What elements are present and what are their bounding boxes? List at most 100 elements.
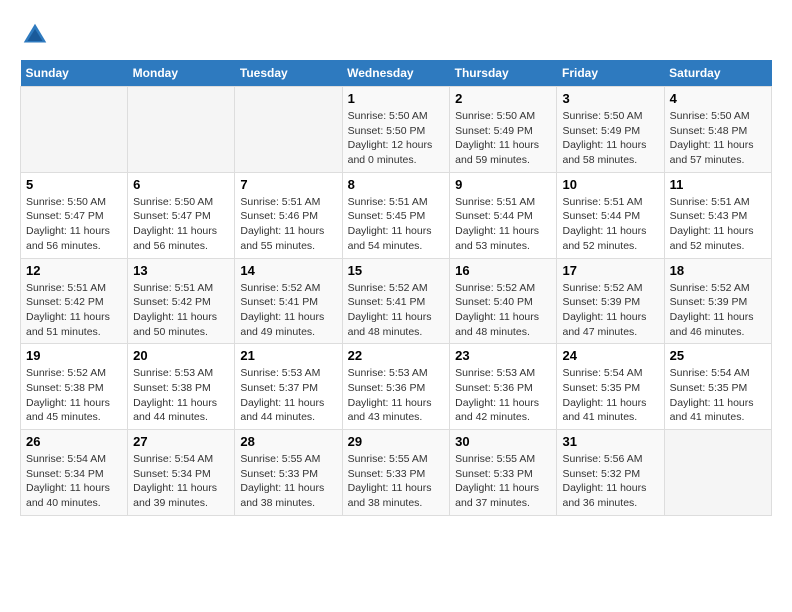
day-number: 20 (133, 348, 229, 363)
day-info: Sunrise: 5:51 AMSunset: 5:42 PMDaylight:… (26, 281, 122, 340)
day-info: Sunrise: 5:53 AMSunset: 5:38 PMDaylight:… (133, 366, 229, 425)
day-info: Sunrise: 5:50 AMSunset: 5:48 PMDaylight:… (670, 109, 766, 168)
calendar-cell: 28Sunrise: 5:55 AMSunset: 5:33 PMDayligh… (235, 430, 342, 516)
day-number: 8 (348, 177, 445, 192)
page-header (20, 20, 772, 50)
day-info: Sunrise: 5:53 AMSunset: 5:36 PMDaylight:… (348, 366, 445, 425)
day-number: 11 (670, 177, 766, 192)
day-info: Sunrise: 5:51 AMSunset: 5:46 PMDaylight:… (240, 195, 336, 254)
day-number: 16 (455, 263, 551, 278)
calendar-cell: 10Sunrise: 5:51 AMSunset: 5:44 PMDayligh… (557, 172, 664, 258)
calendar-cell: 4 Sunrise: 5:50 AMSunset: 5:48 PMDaylight… (664, 87, 771, 173)
day-info: Sunrise: 5:52 AMSunset: 5:38 PMDaylight:… (26, 366, 122, 425)
calendar-cell: 15 Sunrise: 5:52 AMSunset: 5:41 PMDayligh… (342, 258, 450, 344)
day-number: 26 (26, 434, 122, 449)
calendar-cell: 11 Sunrise: 5:51 AMSunset: 5:43 PMDayligh… (664, 172, 771, 258)
calendar-cell: 19 Sunrise: 5:52 AMSunset: 5:38 PMDayligh… (21, 344, 128, 430)
day-header-sunday: Sunday (21, 60, 128, 87)
calendar-cell: 3Sunrise: 5:50 AMSunset: 5:49 PMDaylight… (557, 87, 664, 173)
day-number: 2 (455, 91, 551, 106)
calendar-cell (664, 430, 771, 516)
calendar-cell: 29Sunrise: 5:55 AMSunset: 5:33 PMDayligh… (342, 430, 450, 516)
calendar-cell: 24 Sunrise: 5:54 AMSunset: 5:35 PMDayligh… (557, 344, 664, 430)
day-info: Sunrise: 5:50 AMSunset: 5:47 PMDaylight:… (133, 195, 229, 254)
calendar-cell: 14 Sunrise: 5:52 AMSunset: 5:41 PMDayligh… (235, 258, 342, 344)
day-info: Sunrise: 5:54 AMSunset: 5:35 PMDaylight:… (670, 366, 766, 425)
day-info: Sunrise: 5:53 AMSunset: 5:37 PMDaylight:… (240, 366, 336, 425)
day-number: 18 (670, 263, 766, 278)
calendar-week-row: 26 Sunrise: 5:54 AMSunset: 5:34 PMDayligh… (21, 430, 772, 516)
calendar-cell: 27Sunrise: 5:54 AMSunset: 5:34 PMDayligh… (128, 430, 235, 516)
day-header-saturday: Saturday (664, 60, 771, 87)
day-info: Sunrise: 5:51 AMSunset: 5:42 PMDaylight:… (133, 281, 229, 340)
calendar-cell: 31 Sunrise: 5:56 AMSunset: 5:32 PMDayligh… (557, 430, 664, 516)
day-header-friday: Friday (557, 60, 664, 87)
day-info: Sunrise: 5:52 AMSunset: 5:40 PMDaylight:… (455, 281, 551, 340)
calendar-cell: 21 Sunrise: 5:53 AMSunset: 5:37 PMDayligh… (235, 344, 342, 430)
calendar-cell: 22 Sunrise: 5:53 AMSunset: 5:36 PMDayligh… (342, 344, 450, 430)
day-info: Sunrise: 5:52 AMSunset: 5:41 PMDaylight:… (348, 281, 445, 340)
day-number: 13 (133, 263, 229, 278)
calendar-cell: 17Sunrise: 5:52 AMSunset: 5:39 PMDayligh… (557, 258, 664, 344)
day-number: 19 (26, 348, 122, 363)
day-number: 14 (240, 263, 336, 278)
day-number: 15 (348, 263, 445, 278)
calendar-cell: 6 Sunrise: 5:50 AMSunset: 5:47 PMDaylight… (128, 172, 235, 258)
calendar-week-row: 5Sunrise: 5:50 AMSunset: 5:47 PMDaylight… (21, 172, 772, 258)
day-number: 1 (348, 91, 445, 106)
calendar-week-row: 19 Sunrise: 5:52 AMSunset: 5:38 PMDayligh… (21, 344, 772, 430)
calendar-cell: 16 Sunrise: 5:52 AMSunset: 5:40 PMDayligh… (450, 258, 557, 344)
calendar-cell: 13 Sunrise: 5:51 AMSunset: 5:42 PMDayligh… (128, 258, 235, 344)
day-info: Sunrise: 5:50 AMSunset: 5:49 PMDaylight:… (562, 109, 658, 168)
day-header-tuesday: Tuesday (235, 60, 342, 87)
day-info: Sunrise: 5:52 AMSunset: 5:39 PMDaylight:… (670, 281, 766, 340)
day-info: Sunrise: 5:51 AMSunset: 5:45 PMDaylight:… (348, 195, 445, 254)
calendar-cell: 18 Sunrise: 5:52 AMSunset: 5:39 PMDayligh… (664, 258, 771, 344)
calendar-header-row: SundayMondayTuesdayWednesdayThursdayFrid… (21, 60, 772, 87)
calendar-cell: 5Sunrise: 5:50 AMSunset: 5:47 PMDaylight… (21, 172, 128, 258)
calendar-cell: 23Sunrise: 5:53 AMSunset: 5:36 PMDayligh… (450, 344, 557, 430)
day-number: 25 (670, 348, 766, 363)
day-info: Sunrise: 5:54 AMSunset: 5:34 PMDaylight:… (133, 452, 229, 511)
day-info: Sunrise: 5:50 AMSunset: 5:47 PMDaylight:… (26, 195, 122, 254)
day-number: 21 (240, 348, 336, 363)
calendar-cell: 1Sunrise: 5:50 AMSunset: 5:50 PMDaylight… (342, 87, 450, 173)
day-number: 23 (455, 348, 551, 363)
calendar-cell: 20 Sunrise: 5:53 AMSunset: 5:38 PMDayligh… (128, 344, 235, 430)
calendar-cell: 8 Sunrise: 5:51 AMSunset: 5:45 PMDaylight… (342, 172, 450, 258)
calendar-week-row: 1Sunrise: 5:50 AMSunset: 5:50 PMDaylight… (21, 87, 772, 173)
day-number: 6 (133, 177, 229, 192)
calendar-cell (128, 87, 235, 173)
day-info: Sunrise: 5:50 AMSunset: 5:49 PMDaylight:… (455, 109, 551, 168)
day-header-thursday: Thursday (450, 60, 557, 87)
day-number: 10 (562, 177, 658, 192)
day-number: 30 (455, 434, 551, 449)
logo-icon (20, 20, 50, 50)
day-header-wednesday: Wednesday (342, 60, 450, 87)
calendar-cell: 2 Sunrise: 5:50 AMSunset: 5:49 PMDaylight… (450, 87, 557, 173)
day-number: 4 (670, 91, 766, 106)
calendar-cell: 9 Sunrise: 5:51 AMSunset: 5:44 PMDaylight… (450, 172, 557, 258)
calendar-cell: 25 Sunrise: 5:54 AMSunset: 5:35 PMDayligh… (664, 344, 771, 430)
day-info: Sunrise: 5:51 AMSunset: 5:44 PMDaylight:… (455, 195, 551, 254)
day-info: Sunrise: 5:55 AMSunset: 5:33 PMDaylight:… (240, 452, 336, 511)
calendar-cell: 7 Sunrise: 5:51 AMSunset: 5:46 PMDaylight… (235, 172, 342, 258)
calendar-cell (21, 87, 128, 173)
calendar-cell (235, 87, 342, 173)
day-info: Sunrise: 5:54 AMSunset: 5:34 PMDaylight:… (26, 452, 122, 511)
day-info: Sunrise: 5:51 AMSunset: 5:43 PMDaylight:… (670, 195, 766, 254)
day-info: Sunrise: 5:55 AMSunset: 5:33 PMDaylight:… (455, 452, 551, 511)
day-info: Sunrise: 5:52 AMSunset: 5:39 PMDaylight:… (562, 281, 658, 340)
day-info: Sunrise: 5:54 AMSunset: 5:35 PMDaylight:… (562, 366, 658, 425)
calendar-cell: 30 Sunrise: 5:55 AMSunset: 5:33 PMDayligh… (450, 430, 557, 516)
day-number: 24 (562, 348, 658, 363)
day-number: 22 (348, 348, 445, 363)
day-info: Sunrise: 5:52 AMSunset: 5:41 PMDaylight:… (240, 281, 336, 340)
day-number: 31 (562, 434, 658, 449)
day-number: 9 (455, 177, 551, 192)
day-number: 7 (240, 177, 336, 192)
calendar-cell: 12 Sunrise: 5:51 AMSunset: 5:42 PMDayligh… (21, 258, 128, 344)
day-info: Sunrise: 5:56 AMSunset: 5:32 PMDaylight:… (562, 452, 658, 511)
logo (20, 20, 54, 50)
day-number: 12 (26, 263, 122, 278)
